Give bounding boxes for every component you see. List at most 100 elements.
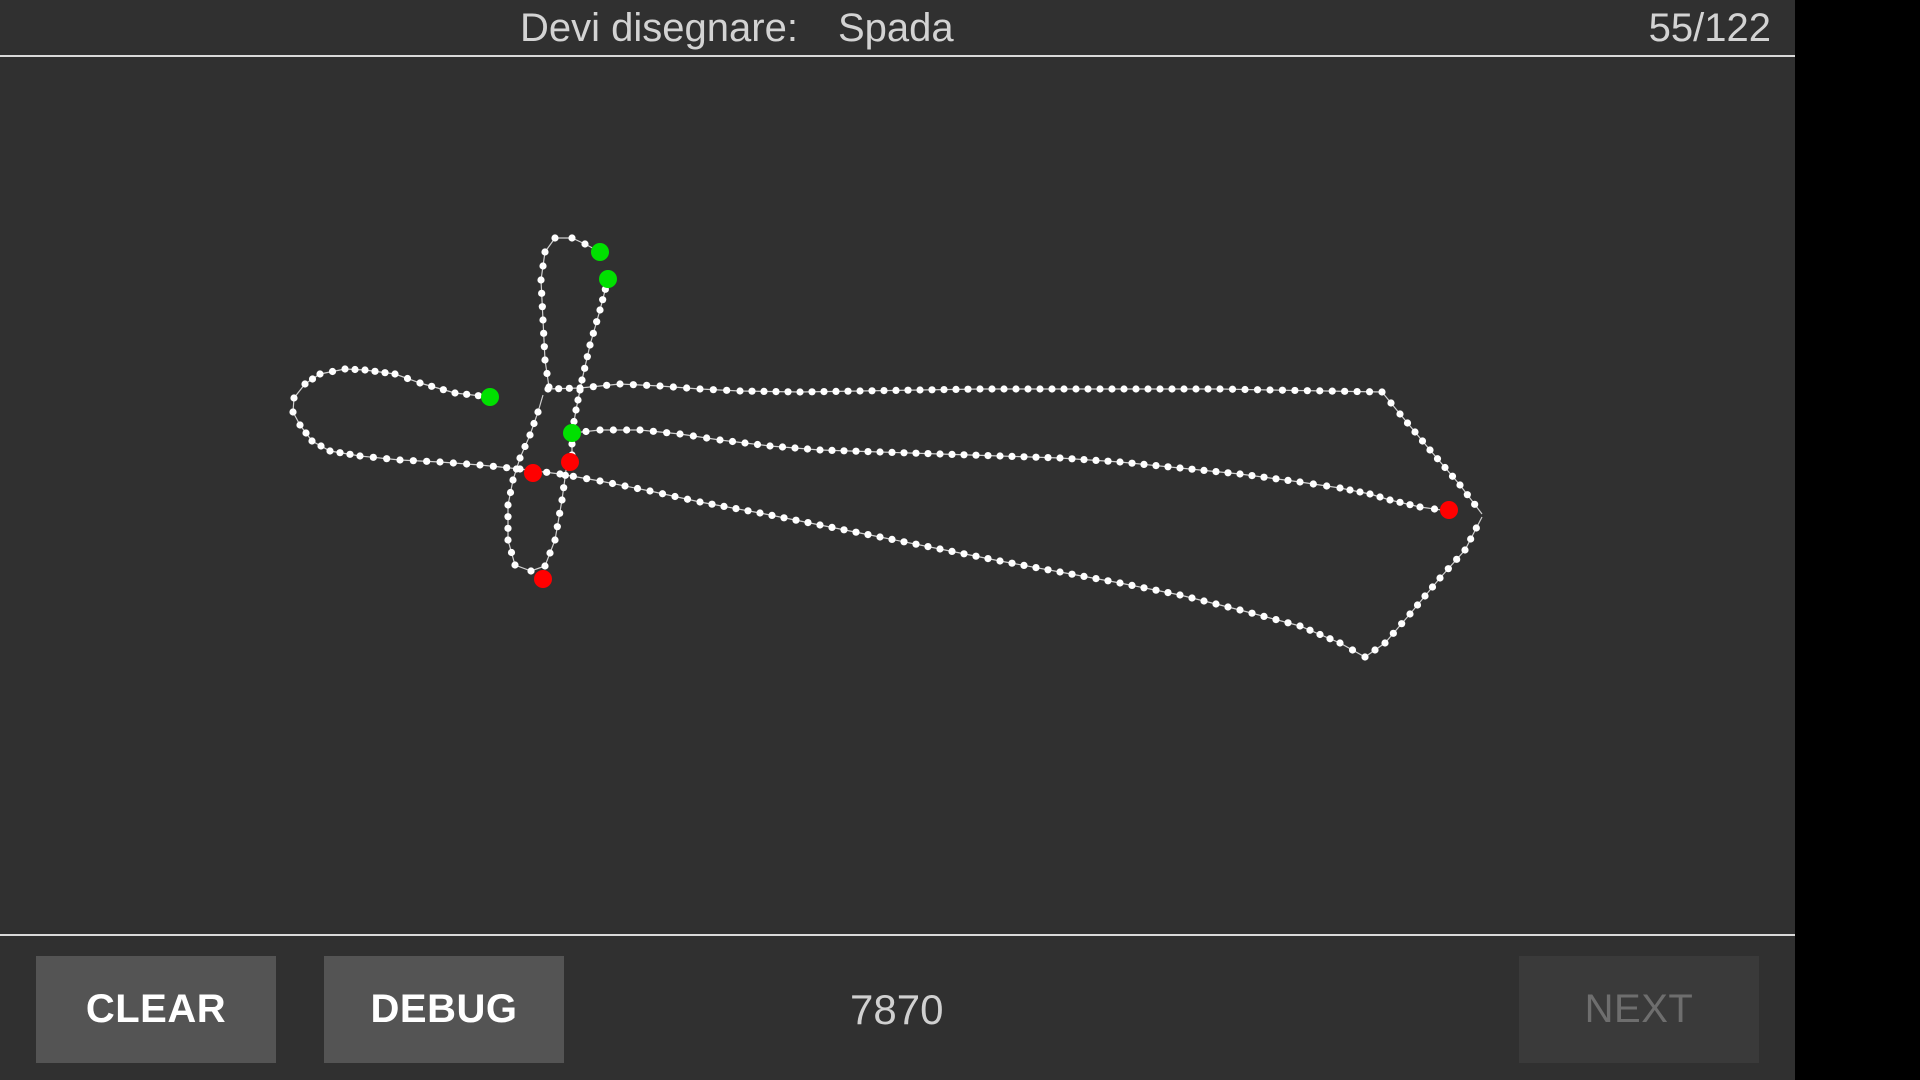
stroke-point (1000, 385, 1008, 393)
stroke-point (1433, 455, 1442, 463)
stroke-point (596, 426, 604, 434)
stroke-point (796, 388, 804, 396)
stroke-point (1396, 410, 1404, 418)
stroke-point (1421, 592, 1429, 600)
drawing-counter: 55/122 (1648, 6, 1771, 50)
stroke-point (828, 446, 836, 454)
stroke-point (1396, 498, 1404, 506)
stroke-point (428, 382, 436, 390)
stroke-point (1381, 639, 1389, 647)
stroke-point (732, 505, 740, 513)
stroke-point (1188, 594, 1196, 602)
debug-button[interactable]: DEBUG (324, 956, 564, 1063)
stroke-point (924, 543, 932, 551)
stroke-point (643, 381, 651, 389)
stroke-point (1336, 639, 1344, 647)
stroke-point (1044, 454, 1052, 462)
stroke-point (1056, 568, 1064, 576)
stroke-point (649, 427, 657, 435)
stroke-point (1144, 385, 1152, 393)
stroke-point (1176, 591, 1184, 599)
stroke-point (317, 442, 325, 450)
stroke-point (1284, 619, 1292, 627)
stroke-path (292, 368, 1483, 658)
stroke-point (840, 447, 848, 455)
stroke-point (1164, 463, 1172, 471)
stroke-point (1346, 486, 1354, 494)
stroke-point (952, 385, 960, 393)
stroke-point (449, 459, 457, 467)
stroke-point (1168, 385, 1176, 393)
stroke-point (1044, 566, 1052, 574)
stroke-point (924, 450, 932, 458)
stroke-point (593, 318, 601, 326)
stroke-point (568, 234, 576, 242)
drawing-surface[interactable] (0, 57, 1795, 934)
stroke-point (1092, 456, 1100, 464)
stroke-point (916, 386, 924, 394)
stroke-point (543, 468, 551, 476)
clear-button[interactable]: CLEAR (36, 956, 276, 1063)
stroke-point (1253, 386, 1262, 394)
stroke-point (581, 364, 589, 372)
stroke-point (696, 498, 704, 506)
stroke-point (756, 509, 764, 517)
stroke-point (803, 445, 812, 453)
header-bar: Devi disegnare: Spada 55/122 (0, 0, 1795, 57)
stroke-point (1341, 387, 1349, 395)
stroke-point (1068, 570, 1076, 578)
stroke-point (912, 449, 920, 457)
stroke-point (723, 386, 731, 394)
stroke-point (960, 451, 968, 459)
stroke-point (1008, 559, 1016, 567)
stroke-point (709, 386, 717, 394)
stroke-point (888, 448, 896, 456)
stroke-point (876, 448, 884, 456)
stroke-point (290, 394, 298, 402)
stroke-point (988, 385, 996, 393)
stroke-point (1444, 565, 1452, 573)
stroke-point (608, 479, 617, 488)
stroke-point (766, 442, 774, 450)
stroke-end-marker (534, 570, 552, 588)
stroke-point (1366, 490, 1374, 498)
stroke-point (301, 380, 309, 388)
stroke-point (820, 388, 828, 396)
stroke-point (582, 427, 590, 436)
stroke-point (436, 458, 444, 466)
stroke-point (346, 450, 354, 458)
stroke-point (948, 450, 956, 458)
stroke-point (1467, 535, 1475, 543)
stroke-point (1176, 464, 1184, 472)
stroke-point (1472, 524, 1480, 532)
stroke-point (844, 387, 852, 395)
stroke-point (1020, 561, 1028, 569)
drawing-canvas[interactable] (0, 57, 1795, 934)
stroke-path (547, 383, 1483, 515)
stroke-point (1361, 653, 1369, 661)
stroke-point (996, 557, 1004, 565)
stroke-point (728, 437, 737, 446)
stroke-point (840, 526, 848, 534)
stroke-point (507, 548, 516, 557)
stroke-point (1389, 629, 1397, 637)
stroke-point (463, 390, 471, 398)
stroke-point (760, 387, 768, 395)
stroke-point (708, 500, 716, 508)
next-button[interactable]: NEXT (1519, 956, 1759, 1063)
stroke-point (868, 387, 876, 395)
stroke-point (1248, 472, 1256, 480)
stroke-point (780, 514, 788, 522)
stroke-point (583, 475, 591, 483)
stroke-point (1323, 482, 1331, 490)
stroke-point (530, 419, 538, 428)
stroke-point (316, 370, 324, 378)
stroke-point (1430, 505, 1439, 513)
stroke-point (778, 443, 787, 451)
stroke-point (1204, 385, 1212, 393)
stroke-point (748, 387, 756, 395)
stroke-point (544, 385, 552, 393)
stroke-point (356, 452, 364, 460)
stroke-point (1316, 387, 1324, 395)
stroke-point (1436, 574, 1444, 582)
